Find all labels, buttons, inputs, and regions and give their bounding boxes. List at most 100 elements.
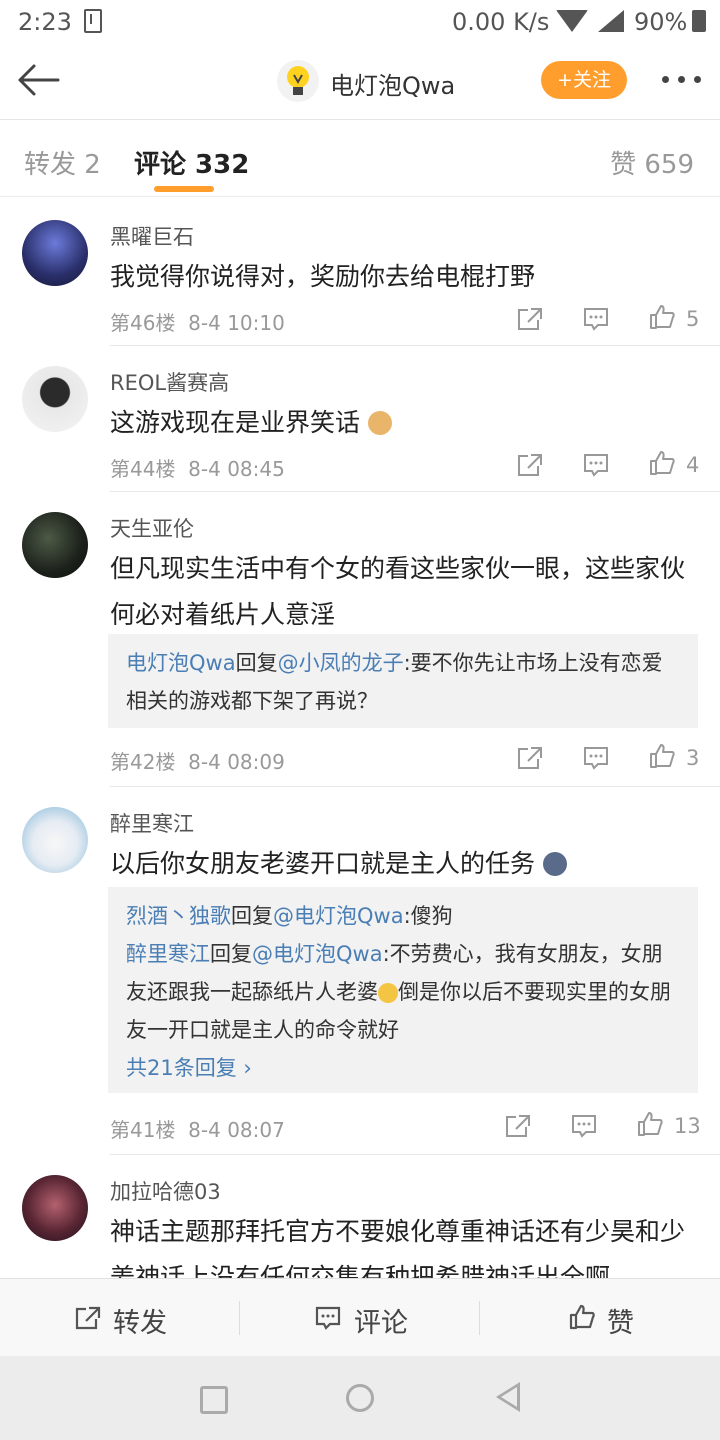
tab-likes[interactable]: 赞 659	[610, 144, 694, 181]
tab-repost[interactable]: 转发 2	[24, 144, 101, 181]
chevron-right-icon: ›	[243, 1056, 252, 1080]
comment-floor: 第42楼	[110, 750, 176, 774]
repost-label: 转发	[113, 1308, 167, 1339]
status-time: 2:23	[18, 8, 72, 36]
reply-mention[interactable]: @电灯泡Qwa	[273, 904, 404, 928]
comment-list[interactable]: 黑曜巨石 我觉得你说得对，奖励你去给电棍打野 第46楼 8-4 10:10 5 …	[0, 200, 720, 1278]
comment-item: 天生亚伦 但凡现实生活中有个女的看这些家伙一眼，这些家伙何必对着纸片人意淫 电灯…	[0, 492, 720, 787]
follow-button[interactable]: +关注	[541, 61, 627, 99]
reply-mention[interactable]: @小凤的龙子	[278, 651, 404, 675]
doge-emoji-icon	[367, 411, 392, 435]
comment-text: 神话主题那拜托官方不要娘化尊重神话还有少昊和少姜神话上没有任何交集有种把希腊神话…	[110, 1217, 686, 1278]
battery-icon	[692, 10, 706, 32]
like-icon[interactable]	[648, 450, 676, 476]
thumbs-up-icon	[569, 1304, 595, 1330]
lightbulb-icon	[287, 66, 309, 95]
reply-quote[interactable]: 烈酒丶独歌回复@电灯泡Qwa:傻狗 醉里寒江回复@电灯泡Qwa:不劳费心，我有女…	[108, 887, 698, 1093]
comment-text: 这游戏现在是业界笑话	[110, 400, 700, 446]
tab-bar: 转发 2 评论 332 赞 659	[0, 119, 720, 197]
reply-line: 醉里寒江回复@电灯泡Qwa:不劳费心，我有女朋友，女朋友还跟我一起舔纸片人老婆倒…	[126, 935, 680, 1049]
comment-time: 8-4 08:07	[188, 1118, 285, 1142]
like-icon[interactable]	[648, 304, 676, 330]
like-count: 13	[674, 1114, 701, 1138]
comment-text: 我觉得你说得对，奖励你去给电棍打野	[110, 262, 536, 291]
avatar[interactable]	[22, 1175, 88, 1241]
more-replies-label[interactable]: 共21条回复	[126, 1056, 237, 1080]
comment-username[interactable]: 醉里寒江	[110, 808, 194, 838]
active-tab-indicator	[154, 186, 214, 192]
like-icon[interactable]	[648, 743, 676, 769]
status-bar: 2:23 0.00 K/s 90%	[0, 0, 720, 44]
top-header: 电灯泡Qwa +关注	[0, 44, 720, 118]
back-arrow-icon[interactable]	[16, 64, 60, 96]
smile-emoji-icon	[378, 983, 398, 1003]
comment-floor: 第44楼	[110, 457, 176, 481]
reply-author[interactable]: 烈酒丶独歌	[126, 904, 231, 928]
recent-apps-icon[interactable]	[200, 1386, 228, 1414]
reply-mention[interactable]: @电灯泡Qwa	[252, 942, 383, 966]
reply-line: 烈酒丶独歌回复@电灯泡Qwa:傻狗	[126, 897, 680, 935]
reply-verb: 回复	[210, 942, 252, 966]
download-icon	[84, 9, 102, 33]
more-replies-link[interactable]: 共21条回复 ›	[126, 1049, 680, 1087]
comment-floor: 第46楼	[110, 311, 176, 335]
reply-verb: 回复	[231, 904, 273, 928]
share-icon	[75, 1306, 101, 1330]
share-icon[interactable]	[504, 1113, 532, 1139]
reply-icon[interactable]	[582, 452, 610, 478]
comment-meta: 第41楼 8-4 08:07	[110, 1114, 285, 1143]
battery-level: 90%	[634, 8, 688, 36]
like-count: 5	[686, 307, 700, 331]
share-icon[interactable]	[516, 745, 544, 771]
reply-quote[interactable]: 电灯泡Qwa回复@小凤的龙子:要不你先让市场上没有恋爱相关的游戏都下架了再说？	[108, 634, 698, 728]
comment-text: 但凡现实生活中有个女的看这些家伙一眼，这些家伙何必对着纸片人意淫	[110, 554, 686, 629]
back-icon[interactable]	[496, 1382, 520, 1412]
reply-verb: 回复	[235, 651, 278, 675]
avatar[interactable]	[22, 807, 88, 873]
like-count: 3	[686, 746, 700, 770]
comment-username[interactable]: 黑曜巨石	[110, 221, 194, 251]
comment-time: 8-4 08:45	[188, 457, 285, 481]
reply-icon[interactable]	[570, 1113, 598, 1139]
like-label: 赞	[607, 1308, 634, 1339]
comment-username[interactable]: 天生亚伦	[110, 513, 194, 543]
comment-meta: 第46楼 8-4 10:10	[110, 307, 285, 336]
repost-button[interactable]: 转发	[0, 1279, 240, 1357]
like-count: 4	[686, 453, 700, 477]
avatar[interactable]	[22, 512, 88, 578]
system-navigation-bar	[0, 1356, 720, 1440]
share-icon[interactable]	[516, 306, 544, 332]
comment-time: 8-4 10:10	[188, 311, 285, 335]
share-icon[interactable]	[516, 452, 544, 478]
avatar[interactable]	[22, 366, 88, 432]
comment-text-content: 这游戏现在是业界笑话	[110, 408, 361, 437]
comment-label: 评论	[354, 1308, 408, 1339]
reply-author[interactable]: 电灯泡Qwa	[126, 651, 236, 675]
bottom-action-bar: 转发 评论 赞	[0, 1278, 720, 1357]
comment-floor: 第41楼	[110, 1118, 176, 1142]
reply-text: :傻狗	[403, 904, 453, 928]
avatar[interactable]	[22, 220, 88, 286]
like-icon[interactable]	[636, 1111, 664, 1137]
comment-item: 加拉哈德03 神话主题那拜托官方不要娘化尊重神话还有少昊和少姜神话上没有任何交集…	[0, 1155, 720, 1278]
comment-username[interactable]: REOL酱赛高	[110, 367, 229, 397]
signal-icon	[598, 10, 624, 32]
comment-button[interactable]: 评论	[240, 1279, 480, 1357]
home-icon[interactable]	[346, 1384, 374, 1412]
like-button[interactable]: 赞	[480, 1279, 720, 1357]
reply-author[interactable]: 醉里寒江	[126, 942, 210, 966]
comment-time: 8-4 08:09	[188, 750, 285, 774]
network-speed: 0.00 K/s	[452, 8, 550, 36]
wifi-icon	[556, 10, 588, 32]
author-avatar[interactable]	[277, 60, 319, 102]
comment-item: 醉里寒江 以后你女朋友老婆开口就是主人的任务 烈酒丶独歌回复@电灯泡Qwa:傻狗…	[0, 787, 720, 1155]
comment-meta: 第44楼 8-4 08:45	[110, 453, 285, 482]
page-title[interactable]: 电灯泡Qwa	[330, 66, 455, 101]
reply-icon[interactable]	[582, 306, 610, 332]
comment-text: 以后你女朋友老婆开口就是主人的任务	[110, 841, 700, 887]
reply-icon[interactable]	[582, 745, 610, 771]
more-options-icon[interactable]	[660, 76, 704, 86]
comment-username[interactable]: 加拉哈德03	[110, 1176, 221, 1206]
panda-emoji-icon	[542, 852, 567, 876]
comment-item: REOL酱赛高 这游戏现在是业界笑话 第44楼 8-4 08:45 4	[0, 346, 720, 492]
